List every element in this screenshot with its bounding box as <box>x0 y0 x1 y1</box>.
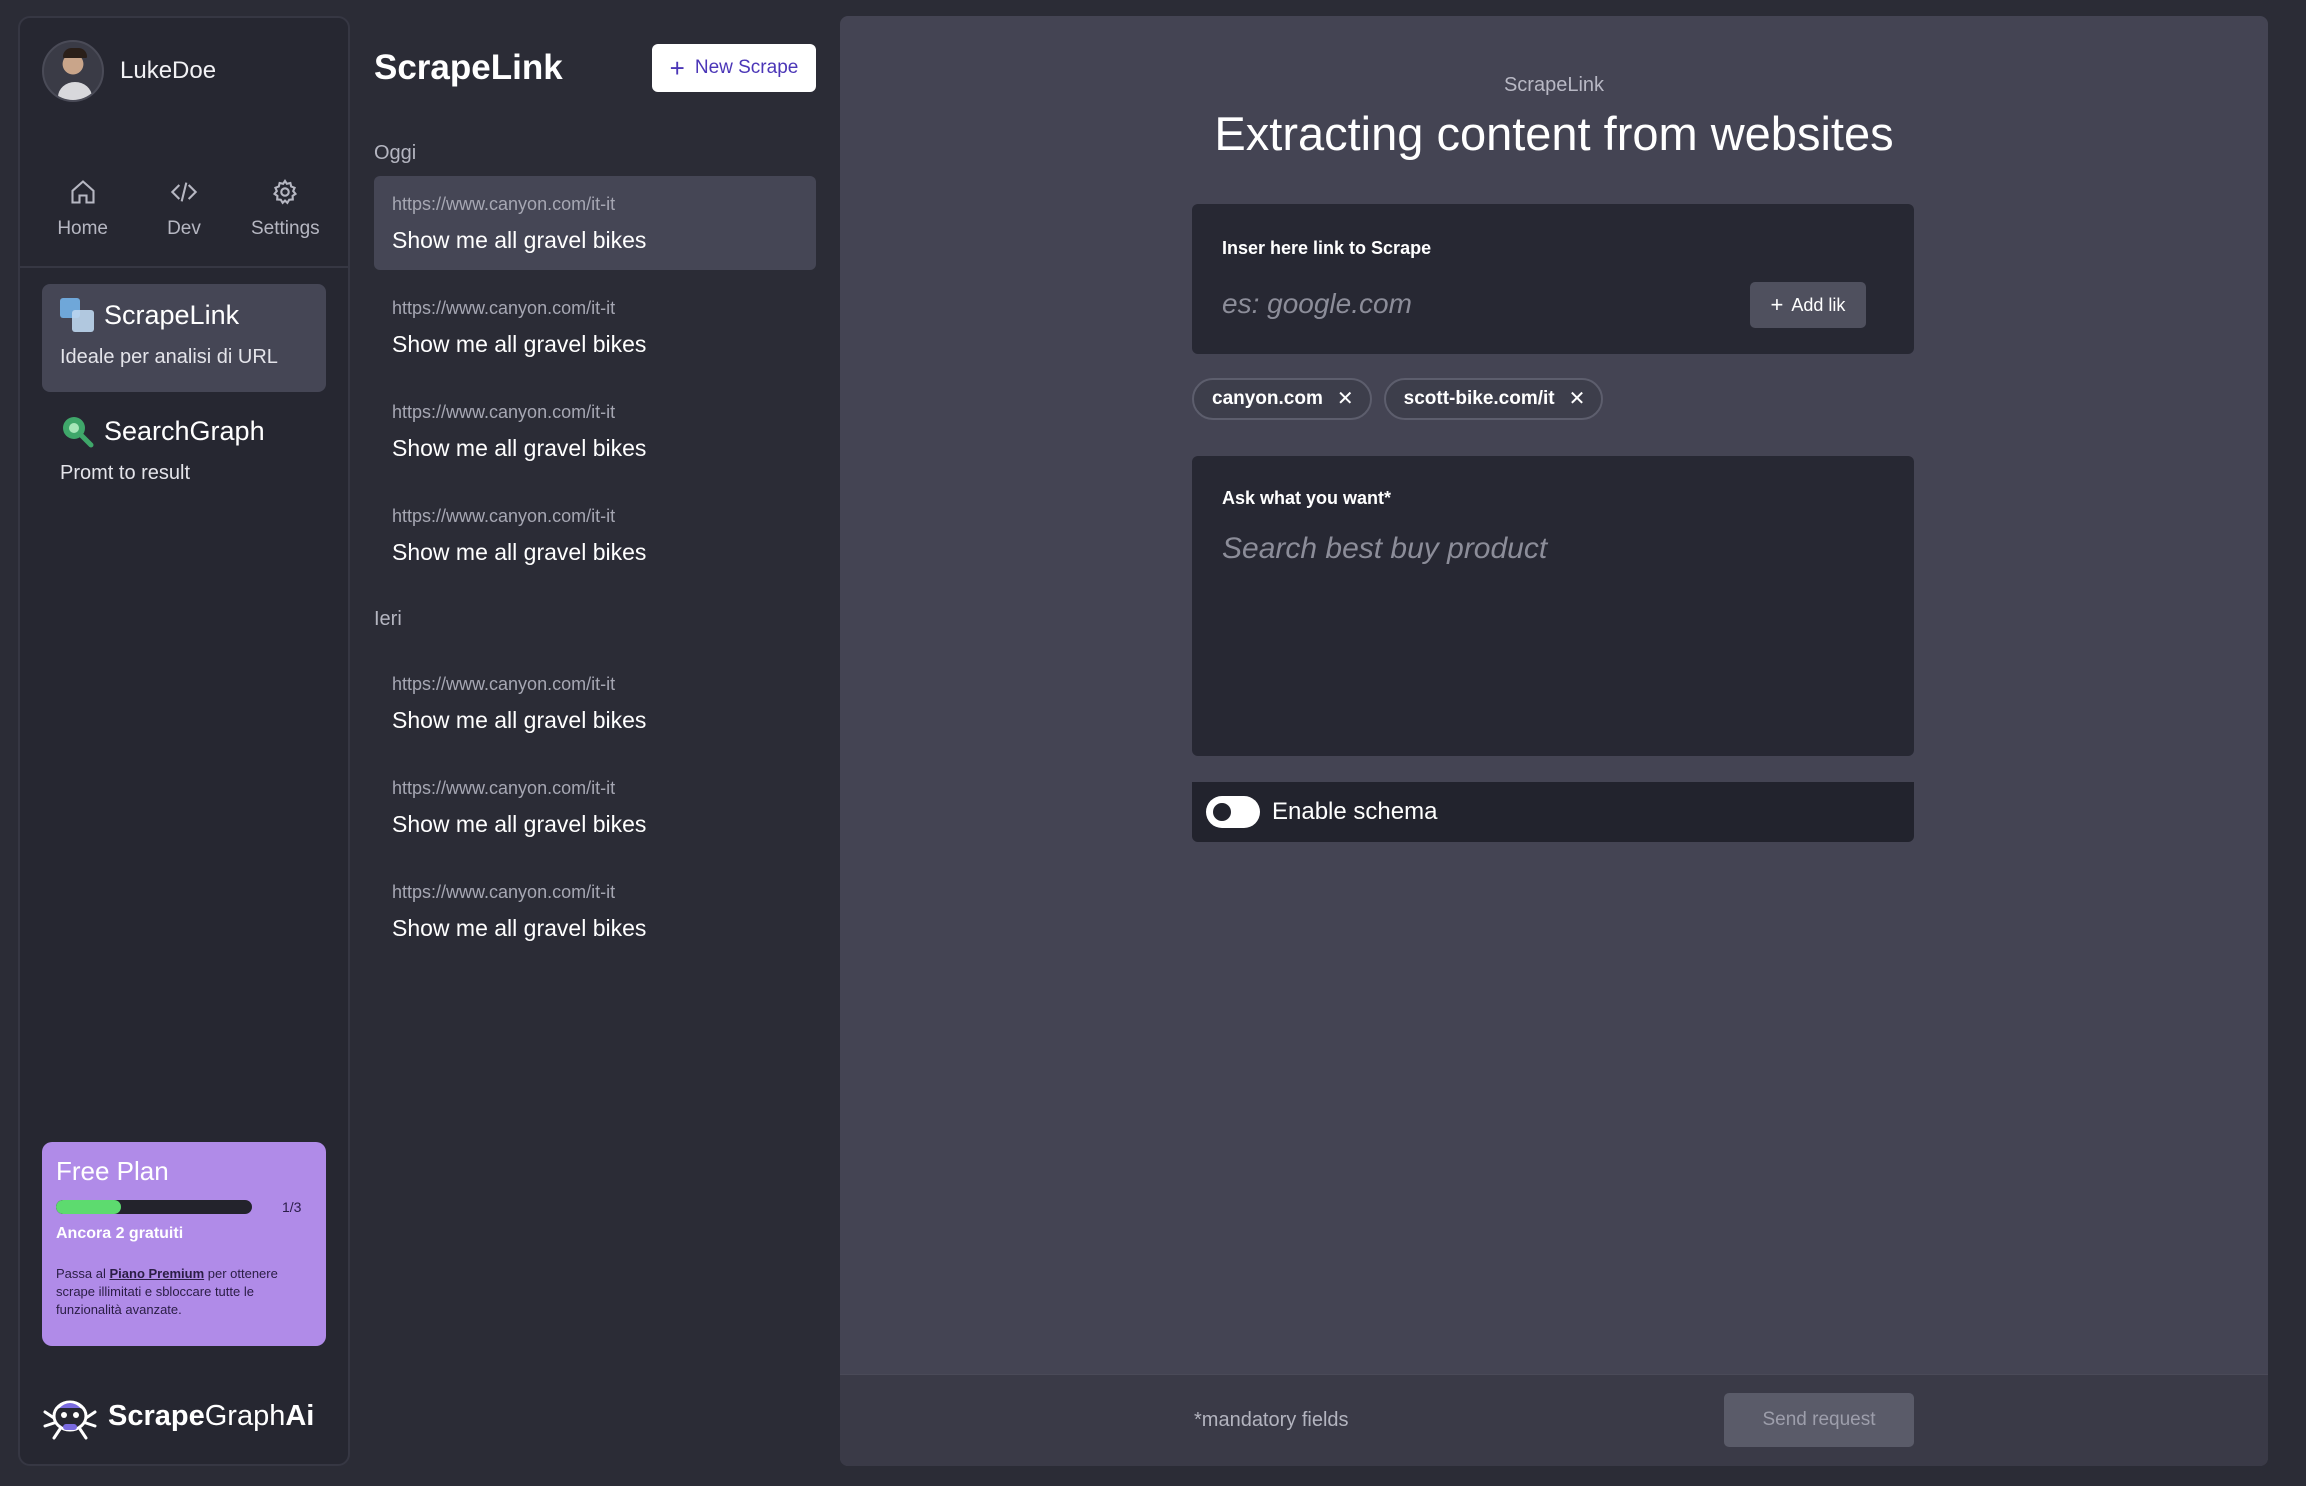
nav-settings-label: Settings <box>250 218 320 239</box>
close-icon[interactable]: ✕ <box>1337 389 1354 409</box>
user-profile[interactable]: LukeDoe <box>42 40 216 102</box>
tool-scrapelink-title: ScrapeLink <box>104 299 240 330</box>
history-item-query: Show me all gravel bikes <box>392 227 647 253</box>
new-scrape-button[interactable]: + New Scrape <box>652 44 816 92</box>
avatar[interactable] <box>42 40 104 102</box>
brand-name-b: Graph <box>204 1399 286 1432</box>
app-window: LukeDoe Home Dev Settings ScrapeLink Ide… <box>0 0 2306 1486</box>
history-item-url: https://www.canyon.com/it-it <box>392 882 616 902</box>
page-kicker: ScrapeLink <box>1503 74 1605 96</box>
tool-searchgraph-title: SearchGraph <box>104 415 265 446</box>
history-item-url: https://www.canyon.com/it-it <box>392 402 616 422</box>
history-item-url: https://www.canyon.com/it-it <box>392 298 616 318</box>
add-link-button[interactable]: + Add lik <box>1750 282 1866 328</box>
plan-title: Free Plan <box>56 1156 169 1186</box>
link-chip-label: canyon.com <box>1212 388 1323 409</box>
tool-searchgraph[interactable]: SearchGraph Promt to result <box>42 400 326 508</box>
history-section-yesterday: Ieri <box>374 608 402 630</box>
top-nav: Home Dev Settings <box>20 178 348 268</box>
link-card: Inser here link to Scrape + Add lik <box>1192 204 1914 354</box>
plan-progress-bar <box>56 1200 252 1214</box>
plan-description: Passa al Piano Premium per ottenere scra… <box>56 1265 312 1319</box>
link-chip: canyon.com ✕ <box>1192 378 1372 420</box>
history-item-query: Show me all gravel bikes <box>392 331 647 357</box>
nav-home-label: Home <box>57 218 108 239</box>
tool-scrapelink-subtitle: Ideale per analisi di URL <box>60 346 278 368</box>
username: LukeDoe <box>120 57 217 84</box>
add-link-label: Add lik <box>1791 294 1846 315</box>
left-sidebar: LukeDoe Home Dev Settings ScrapeLink Ide… <box>18 16 350 1466</box>
nav-dev[interactable]: Dev <box>136 178 232 266</box>
mandatory-fields-note: *mandatory fields <box>1194 1409 1349 1431</box>
history-item-query: Show me all gravel bikes <box>392 435 647 461</box>
history-item[interactable]: https://www.canyon.com/it-it Show me all… <box>374 280 816 374</box>
gear-icon <box>273 178 298 205</box>
plus-icon: + <box>669 53 685 83</box>
prompt-textarea[interactable] <box>1222 532 1882 732</box>
history-item-query: Show me all gravel bikes <box>392 915 647 941</box>
link-chip: scott-bike.com/it ✕ <box>1383 378 1604 420</box>
plan-remaining: Ancora 2 gratuiti <box>56 1225 184 1242</box>
main-footer: *mandatory fields Send request <box>840 1374 2268 1466</box>
history-title: ScrapeLink <box>374 48 563 87</box>
searchgraph-logo-icon <box>63 417 94 448</box>
link-chips: canyon.com ✕ scott-bike.com/it ✕ <box>1192 378 1615 420</box>
plus-icon: + <box>1770 292 1784 317</box>
history-item[interactable]: https://www.canyon.com/it-it Show me all… <box>374 760 816 854</box>
schema-row: Enable schema <box>1192 782 1914 842</box>
history-panel: ScrapeLink + New Scrape Oggi https://www… <box>374 16 820 1466</box>
history-item[interactable]: https://www.canyon.com/it-it Show me all… <box>374 176 816 270</box>
nav-settings[interactable]: Settings <box>237 178 333 266</box>
scrapegraph-mascot-icon <box>43 1400 97 1440</box>
toggle-knob <box>1210 800 1234 824</box>
history-item-url: https://www.canyon.com/it-it <box>392 778 616 798</box>
tool-scrapelink[interactable]: ScrapeLink Ideale per analisi di URL <box>42 284 326 392</box>
free-plan-card: Free Plan 1/3 Ancora 2 gratuiti Passa al… <box>42 1142 326 1346</box>
link-input[interactable] <box>1222 282 1742 326</box>
scrapelink-logo-icon <box>60 298 94 332</box>
nav-home[interactable]: Home <box>35 178 131 266</box>
history-item-query: Show me all gravel bikes <box>392 811 647 837</box>
page-title: Extracting content from websites <box>1214 107 1894 160</box>
close-icon[interactable]: ✕ <box>1569 389 1586 409</box>
history-item-url: https://www.canyon.com/it-it <box>392 194 616 214</box>
premium-plan-link[interactable]: Piano Premium <box>109 1266 204 1281</box>
plan-usage-count: 1/3 <box>282 1199 302 1215</box>
ask-card: Ask what you want* <box>1192 456 1914 756</box>
home-icon <box>71 180 95 204</box>
brand-logo: ScrapeGraphAi <box>42 1390 314 1442</box>
ask-card-label: Ask what you want* <box>1222 488 1392 508</box>
history-item[interactable]: https://www.canyon.com/it-it Show me all… <box>374 488 816 582</box>
brand-name: ScrapeGraphAi <box>108 1400 314 1433</box>
tool-searchgraph-subtitle: Promt to result <box>60 462 191 484</box>
brand-name-c: Ai <box>285 1399 315 1432</box>
link-card-label: Inser here link to Scrape <box>1222 238 1432 258</box>
link-chip-label: scott-bike.com/it <box>1403 388 1555 409</box>
history-item-url: https://www.canyon.com/it-it <box>392 674 616 694</box>
history-item-url: https://www.canyon.com/it-it <box>392 506 616 526</box>
plan-progress-fill <box>56 1200 122 1214</box>
main-panel: ScrapeLink Extracting content from websi… <box>840 16 2268 1466</box>
enable-schema-label: Enable schema <box>1272 798 1438 825</box>
plan-desc-prefix: Passa al <box>56 1266 110 1281</box>
history-item-query: Show me all gravel bikes <box>392 707 647 733</box>
brand-name-a: Scrape <box>108 1399 205 1432</box>
nav-dev-label: Dev <box>167 218 201 239</box>
new-scrape-label: New Scrape <box>694 57 799 78</box>
history-section-today: Oggi <box>374 142 417 164</box>
history-item[interactable]: https://www.canyon.com/it-it Show me all… <box>374 384 816 478</box>
history-item[interactable]: https://www.canyon.com/it-it Show me all… <box>374 864 816 958</box>
history-item[interactable]: https://www.canyon.com/it-it Show me all… <box>374 656 816 750</box>
history-item-query: Show me all gravel bikes <box>392 539 647 565</box>
code-icon <box>170 182 198 202</box>
enable-schema-toggle[interactable] <box>1206 796 1260 828</box>
send-request-button[interactable]: Send request <box>1724 1393 1914 1447</box>
